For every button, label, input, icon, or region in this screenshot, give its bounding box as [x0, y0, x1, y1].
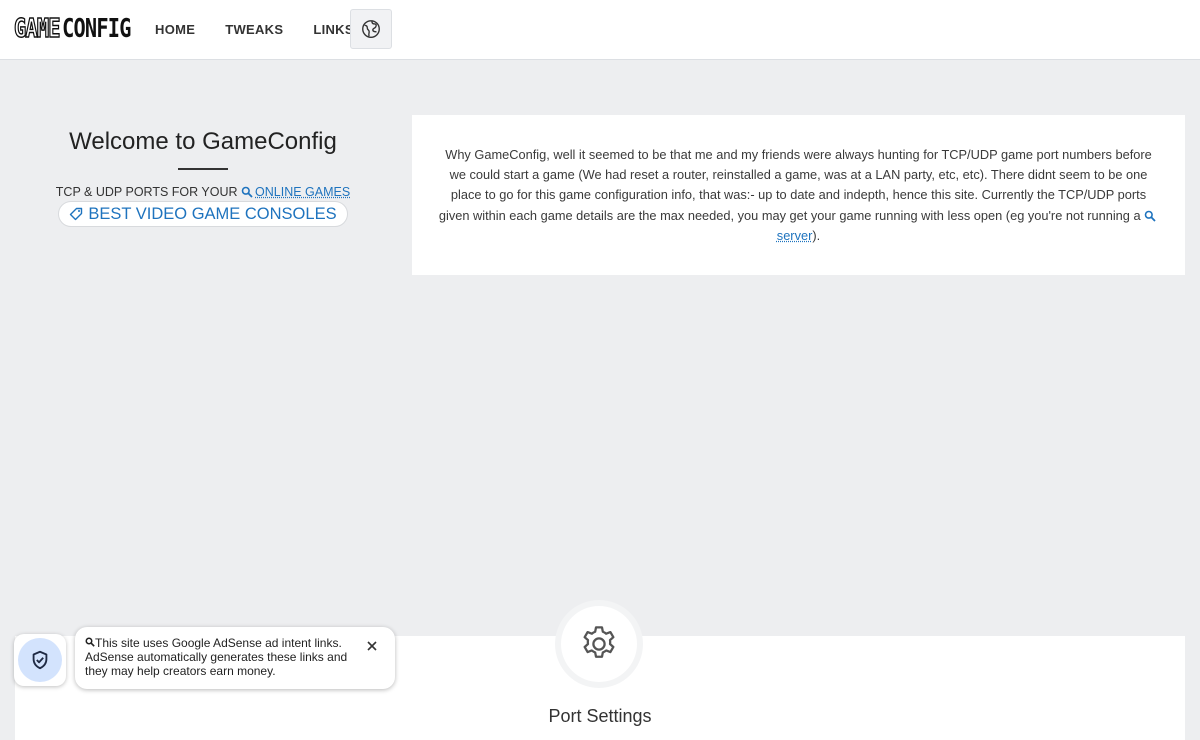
port-settings-badge [555, 600, 643, 688]
gear-icon [583, 626, 615, 658]
about-text: Why GameConfig, well it seemed to be tha… [438, 145, 1159, 246]
search-icon [241, 186, 253, 198]
main-nav: HOME TWEAKS LINKS [140, 0, 369, 59]
nav-tweaks[interactable]: TWEAKS [210, 0, 298, 59]
ports-prefix: TCP & UDP PORTS FOR YOUR [55, 185, 238, 199]
gear-badge-inner [561, 606, 637, 682]
consoles-text: BEST VIDEO GAME CONSOLES [88, 204, 337, 223]
privacy-shield-button[interactable] [14, 634, 66, 686]
shield-check-icon [32, 650, 48, 670]
globe-icon [362, 20, 380, 38]
adsense-notice: This site uses Google AdSense ad intent … [75, 627, 395, 689]
shield-badge [18, 638, 62, 682]
consoles-link[interactable]: BEST VIDEO GAME CONSOLES [58, 201, 348, 227]
port-settings-title: Port Settings [548, 706, 652, 726]
tag-icon [70, 207, 83, 221]
about-card: Why GameConfig, well it seemed to be tha… [412, 115, 1185, 275]
ports-tagline: TCP & UDP PORTS FOR YOUR ONLINE GAMES [0, 184, 406, 200]
welcome-section: Welcome to GameConfig TCP & UDP PORTS FO… [0, 120, 406, 227]
online-games-text: ONLINE GAMES [255, 185, 351, 199]
online-games-link[interactable]: ONLINE GAMES [241, 185, 350, 199]
search-icon [1144, 210, 1156, 222]
page-title: Welcome to GameConfig [69, 128, 337, 155]
adsense-notice-text: This site uses Google AdSense ad intent … [85, 636, 348, 678]
title-divider [178, 168, 228, 170]
site-header: GAME CONFIG HOME TWEAKS LINKS [0, 0, 1200, 60]
about-text-body: Why GameConfig, well it seemed to be tha… [438, 147, 1152, 223]
close-icon[interactable] [365, 639, 379, 653]
site-logo[interactable]: GAME CONFIG [13, 13, 131, 45]
logo-game-text: GAME [13, 13, 61, 45]
logo-config-text: CONFIG [62, 14, 131, 44]
language-button[interactable] [350, 9, 392, 49]
server-link-text: server [776, 227, 813, 243]
about-text-end: ). [812, 227, 821, 243]
nav-home[interactable]: HOME [140, 0, 210, 59]
search-icon [85, 637, 95, 647]
